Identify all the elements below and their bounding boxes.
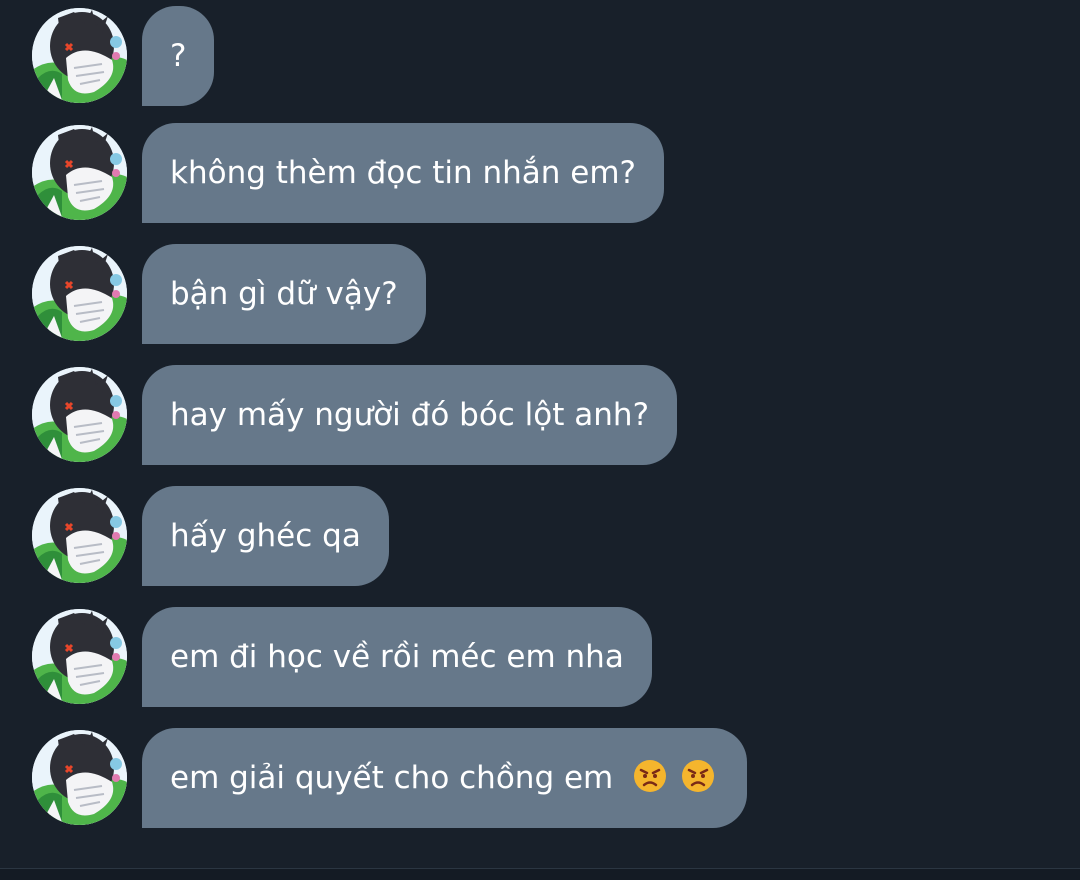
avatar[interactable] [32, 367, 127, 462]
avatar-anime-character-icon [32, 730, 127, 825]
message-bubble[interactable]: không thèm đọc tin nhắn em? [142, 123, 664, 223]
avatar-anime-character-icon [32, 246, 127, 341]
avatar[interactable] [32, 246, 127, 341]
avatar[interactable] [32, 488, 127, 583]
message-text: không thèm đọc tin nhắn em? [170, 155, 636, 191]
avatar-anime-character-icon [32, 609, 127, 704]
message-text: ? [170, 38, 187, 74]
avatar[interactable] [32, 8, 127, 103]
message-row: hay mấy người đó bóc lột anh? [0, 365, 1080, 465]
message-text: bận gì dữ vậy? [170, 276, 398, 312]
message-text: em giải quyết cho chồng em [170, 760, 614, 796]
message-bubble[interactable]: em đi học về rồi méc em nha [142, 607, 652, 707]
message-row: ? [0, 6, 1080, 106]
emoji-group [633, 759, 719, 795]
avatar[interactable] [32, 125, 127, 220]
message-bubble[interactable]: bận gì dữ vậy? [142, 244, 426, 344]
angry-face-emoji-icon [634, 759, 667, 792]
message-text: hay mấy người đó bóc lột anh? [170, 397, 650, 433]
message-row: em đi học về rồi méc em nha [0, 607, 1080, 707]
avatar-anime-character-icon [32, 125, 127, 220]
message-bubble[interactable]: hay mấy người đó bóc lột anh? [142, 365, 678, 465]
angry-face-emoji-icon [681, 759, 714, 792]
message-bubble[interactable]: em giải quyết cho chồng em [142, 728, 747, 828]
avatar-anime-character-icon [32, 488, 127, 583]
avatar[interactable] [32, 609, 127, 704]
message-bubble[interactable]: ? [142, 6, 215, 106]
avatar[interactable] [32, 730, 127, 825]
message-text: em đi học về rồi méc em nha [170, 639, 624, 675]
message-row: hấy ghéc qa [0, 486, 1080, 586]
message-row: em giải quyết cho chồng em [0, 728, 1080, 828]
chat-thread: ? không thèm đọc tin nhắn em? bận gì dữ … [0, 0, 1080, 880]
avatar-anime-character-icon [32, 8, 127, 103]
message-row: không thèm đọc tin nhắn em? [0, 123, 1080, 223]
message-bubble[interactable]: hấy ghéc qa [142, 486, 389, 586]
bottom-divider [0, 868, 1080, 880]
avatar-anime-character-icon [32, 367, 127, 462]
message-row: bận gì dữ vậy? [0, 244, 1080, 344]
message-text: hấy ghéc qa [170, 518, 361, 554]
